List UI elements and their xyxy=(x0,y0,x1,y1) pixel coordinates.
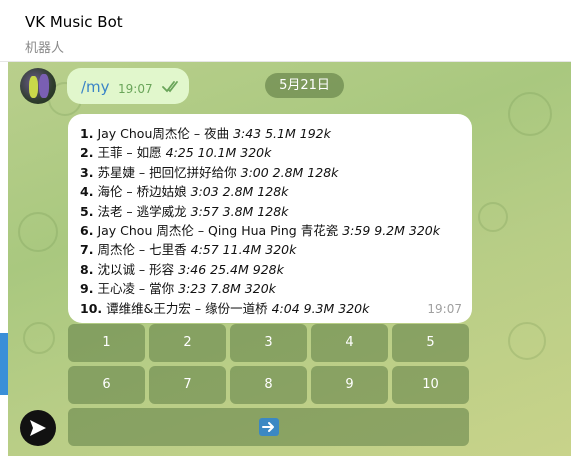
track-line: 10. 谭维维&王力宏 – 缘份一道桥 4:04 9.3M 320k xyxy=(80,299,460,318)
keyboard-button-1[interactable]: 1 xyxy=(68,324,145,362)
track-number: 8. xyxy=(80,261,94,277)
track-number: 6. xyxy=(80,223,94,239)
track-meta: 3:03 2.8M 128k xyxy=(190,184,289,200)
track-line: 5. 法老 – 逃学威龙 3:57 3.8M 128k xyxy=(80,202,460,221)
track-title: 周杰伦 – 七里香 xyxy=(97,242,187,258)
keyboard-button-5[interactable]: 5 xyxy=(392,324,469,362)
track-number: 2. xyxy=(80,145,94,161)
avatar-figure xyxy=(29,76,38,98)
track-meta: 3:59 9.2M 320k xyxy=(342,223,440,239)
track-title: 苏星婕 – 把回忆拼好给你 xyxy=(97,164,237,180)
keyboard-button-10[interactable]: 10 xyxy=(392,366,469,404)
send-icon xyxy=(30,420,46,436)
track-title: Jay Chou周杰伦 – 夜曲 xyxy=(97,126,230,141)
doodle-shape xyxy=(18,212,58,252)
track-meta: 3:57 3.8M 128k xyxy=(190,203,289,219)
chat-header[interactable]: VK Music Bot 机器人 xyxy=(0,0,571,62)
avatar-figure xyxy=(39,74,49,98)
keyboard-button-9[interactable]: 9 xyxy=(311,366,388,404)
track-number: 7. xyxy=(80,242,94,258)
bot-menu-button[interactable] xyxy=(20,410,56,446)
avatar[interactable] xyxy=(20,68,56,104)
track-number: 10. xyxy=(80,300,103,316)
next-page-button[interactable] xyxy=(68,408,469,446)
track-number: 5. xyxy=(80,203,94,219)
doodle-shape xyxy=(508,322,546,360)
chat-title: VK Music Bot xyxy=(25,13,123,31)
track-title: 王菲 – 如愿 xyxy=(97,145,162,161)
chat-subtitle: 机器人 xyxy=(25,41,65,56)
track-line: 7. 周杰伦 – 七里香 4:57 11.4M 320k xyxy=(80,240,460,259)
track-line: 2. 王菲 – 如愿 4:25 10.1M 320k xyxy=(80,143,460,162)
track-line: 9. 王心凌 – 當你 3:23 7.8M 320k xyxy=(80,279,460,298)
track-number: 4. xyxy=(80,184,94,200)
track-title: 海伦 – 桥边姑娘 xyxy=(97,184,187,200)
track-title: 谭维维&王力宏 – 缘份一道桥 xyxy=(106,300,268,316)
track-meta: 3:43 5.1M 192k xyxy=(233,126,331,141)
right-arrow-icon xyxy=(258,417,279,436)
track-line: 3. 苏星婕 – 把回忆拼好给你 3:00 2.8M 128k xyxy=(80,163,460,182)
track-line: 4. 海伦 – 桥边姑娘 3:03 2.8M 128k xyxy=(80,182,460,201)
track-line: 8. 沈以诚 – 形容 3:46 25.4M 928k xyxy=(80,260,460,279)
track-line: 6. Jay Chou 周杰伦 – Qing Hua Ping 青花瓷 3:59… xyxy=(80,221,460,240)
message-time: 19:07 xyxy=(118,82,153,96)
outgoing-message[interactable]: /my 19:07 xyxy=(67,68,189,104)
track-title: 法老 – 逃学威龙 xyxy=(97,203,187,219)
keyboard-button-4[interactable]: 4 xyxy=(311,324,388,362)
doodle-shape xyxy=(23,322,55,354)
keyboard-button-6[interactable]: 6 xyxy=(68,366,145,404)
track-list: 1. Jay Chou周杰伦 – 夜曲 3:43 5.1M 192k 2. 王菲 … xyxy=(80,124,460,318)
track-meta: 4:04 9.3M 320k xyxy=(271,300,370,316)
track-title: 王心凌 – 當你 xyxy=(97,281,175,297)
keyboard-button-2[interactable]: 2 xyxy=(149,324,226,362)
date-separator: 5月21日 xyxy=(265,73,344,98)
keyboard-button-3[interactable]: 3 xyxy=(230,324,307,362)
doodle-shape xyxy=(508,92,552,136)
track-meta: 3:46 25.4M 928k xyxy=(178,261,284,277)
keyboard-button-7[interactable]: 7 xyxy=(149,366,226,404)
track-title: Jay Chou 周杰伦 – Qing Hua Ping 青花瓷 xyxy=(97,223,339,239)
track-meta: 3:23 7.8M 320k xyxy=(178,281,276,297)
track-number: 9. xyxy=(80,281,94,297)
track-number: 3. xyxy=(80,164,94,180)
doodle-shape xyxy=(478,202,508,232)
command-link[interactable]: /my xyxy=(81,78,110,96)
left-panel-accent xyxy=(0,333,8,395)
track-meta: 4:25 10.1M 320k xyxy=(165,145,272,161)
keyboard-button-8[interactable]: 8 xyxy=(230,366,307,404)
track-number: 1. xyxy=(80,126,94,141)
track-list-message: 1. Jay Chou周杰伦 – 夜曲 3:43 5.1M 192k 2. 王菲 … xyxy=(68,114,472,323)
message-time: 19:07 xyxy=(427,302,462,316)
track-meta: 3:00 2.8M 128k xyxy=(240,164,339,180)
track-line: 1. Jay Chou周杰伦 – 夜曲 3:43 5.1M 192k xyxy=(80,124,460,143)
left-panel-edge xyxy=(0,62,8,456)
track-title: 沈以诚 – 形容 xyxy=(97,261,175,277)
double-check-icon xyxy=(162,81,178,93)
track-meta: 4:57 11.4M 320k xyxy=(190,242,297,258)
